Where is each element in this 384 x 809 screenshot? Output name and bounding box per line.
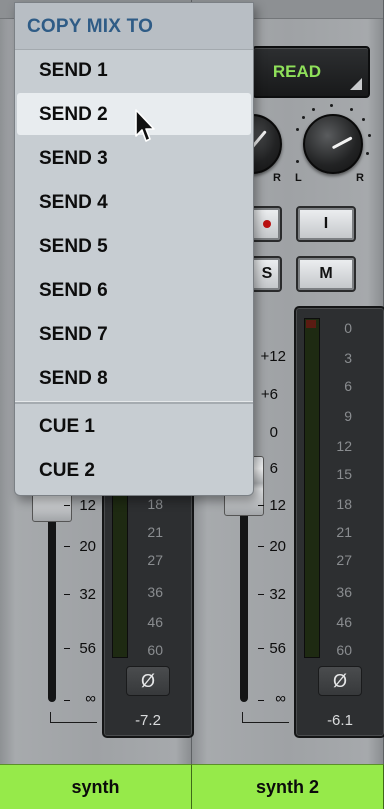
meter-scale-label: 36 [336, 584, 352, 600]
fader-scale-label: 20 [269, 538, 286, 555]
menu-item-label: SEND 1 [39, 60, 108, 81]
meter-scale-label: 3 [344, 350, 352, 366]
fader-scale-label: ∞ [275, 690, 286, 707]
meter-scale-label: 21 [147, 524, 163, 540]
menu-item-send-1[interactable]: SEND 1 [15, 49, 253, 91]
fader-scale-label: 56 [269, 640, 286, 657]
pan-right-label: R [356, 172, 364, 184]
fader-scale-label: 20 [79, 538, 96, 555]
menu-item-send-6[interactable]: SEND 6 [15, 269, 253, 311]
clip-led [306, 320, 316, 328]
phase-invert-button[interactable]: Ø [126, 666, 170, 696]
fader-scale-label: ∞ [85, 690, 96, 707]
input-button[interactable]: I [296, 206, 356, 242]
menu-item-label: SEND 8 [39, 368, 108, 389]
fader-bracket [242, 712, 289, 723]
menu-title: COPY MIX TO [27, 16, 154, 37]
dropdown-arrow-icon [350, 78, 362, 90]
channel-name-synth-2[interactable]: synth 2 [192, 764, 384, 809]
automation-mode-label: READ [272, 62, 322, 81]
menu-item-cue-2[interactable]: CUE 2 [15, 449, 253, 491]
menu-header: COPY MIX TO [15, 3, 253, 50]
menu-item-label: CUE 1 [39, 416, 95, 437]
menu-item-send-5[interactable]: SEND 5 [15, 225, 253, 267]
level-readout: -6.1 [327, 712, 353, 729]
meter-scale-label: 6 [344, 378, 352, 394]
meter-scale-label: 18 [147, 496, 163, 512]
meter-scale-label: 60 [336, 642, 352, 658]
meter-scale-label: 27 [147, 552, 163, 568]
meter-scale-label: 12 [336, 438, 352, 454]
meter-scale-label: 60 [147, 642, 163, 658]
meter-scale-label: 46 [336, 614, 352, 630]
fader-scale-label: 12 [269, 497, 286, 514]
menu-item-label: CUE 2 [39, 460, 95, 481]
level-meter-synth-2: 0 3 6 9 12 15 18 21 27 36 46 60 Ø -6.1 [294, 306, 384, 738]
menu-item-send-7[interactable]: SEND 7 [15, 313, 253, 355]
meter-scale-label: 15 [336, 466, 352, 482]
fader-track [48, 500, 56, 702]
menu-item-label: SEND 3 [39, 148, 108, 169]
pan-left-label: L [295, 172, 302, 184]
menu-item-label: SEND 4 [39, 192, 108, 213]
menu-item-cue-1[interactable]: CUE 1 [15, 405, 253, 447]
meter-scale-label: 18 [336, 496, 352, 512]
solo-label: S [261, 265, 273, 282]
meter-scale-label: 9 [344, 408, 352, 424]
menu-separator [15, 401, 253, 404]
menu-item-label: SEND 5 [39, 236, 108, 257]
level-readout: -7.2 [135, 712, 161, 729]
copy-mix-menu: COPY MIX TO SEND 1 SEND 2 SEND 3 SEND 4 … [14, 2, 254, 496]
channel-name-synth[interactable]: synth [0, 764, 192, 809]
meter-bar [304, 318, 320, 658]
menu-item-label: SEND 2 [39, 104, 108, 125]
fader-scale-label: 12 [79, 497, 96, 514]
mute-button[interactable]: M [296, 256, 356, 292]
automation-mode-select[interactable]: READ [252, 46, 370, 98]
menu-item-label: SEND 6 [39, 280, 108, 301]
fader-scale-label: 56 [79, 640, 96, 657]
pan-knob-synth-2[interactable] [303, 114, 363, 174]
phase-invert-button[interactable]: Ø [318, 666, 362, 696]
meter-scale-label: 36 [147, 584, 163, 600]
meter-scale-label: 27 [336, 552, 352, 568]
pan-right-label: R [273, 172, 281, 184]
meter-scale-label: 46 [147, 614, 163, 630]
menu-item-label: SEND 7 [39, 324, 108, 345]
menu-item-send-8[interactable]: SEND 8 [15, 357, 253, 399]
fader-scale-label: 32 [269, 586, 286, 603]
menu-item-send-4[interactable]: SEND 4 [15, 181, 253, 223]
fader-scale-label: 32 [79, 586, 96, 603]
meter-scale-label: 0 [344, 320, 352, 336]
knob-indicator [331, 136, 353, 150]
fader-bracket [50, 712, 97, 723]
mouse-pointer-icon [135, 109, 155, 142]
meter-scale-label: 21 [336, 524, 352, 540]
